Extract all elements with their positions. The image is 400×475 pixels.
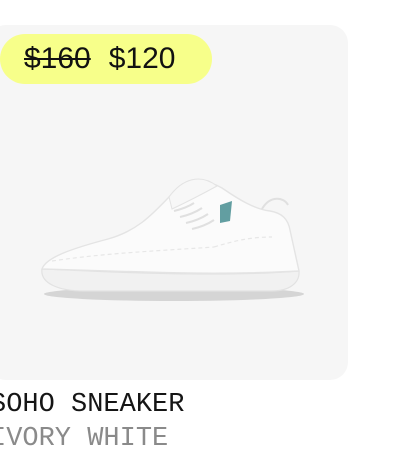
product-color: IVORY WHITE — [0, 424, 169, 454]
original-price: $160 — [24, 42, 91, 75]
product-name[interactable]: SOHO SNEAKER — [0, 390, 184, 420]
product-image[interactable] — [0, 100, 348, 360]
sneaker-icon — [41, 178, 304, 301]
sale-price: $120 — [108, 42, 176, 75]
price-badge: $160 $120 — [0, 34, 212, 84]
